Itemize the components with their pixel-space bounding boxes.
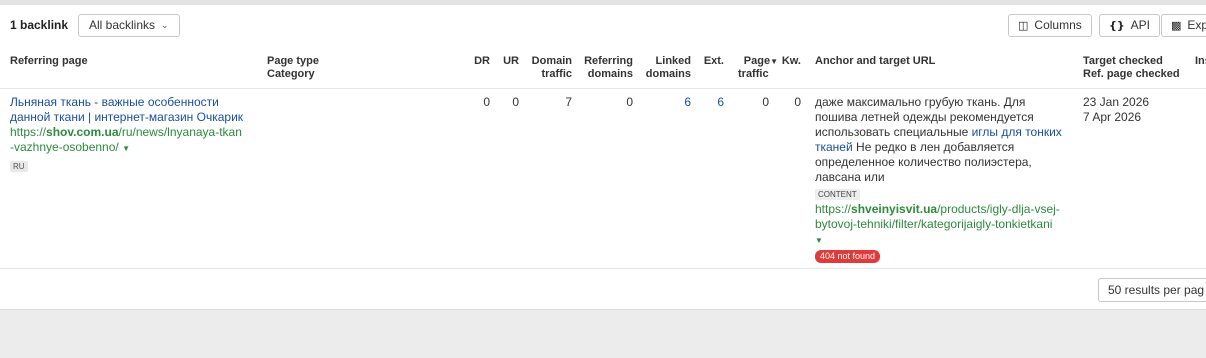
dr-value: 0: [483, 95, 490, 109]
referring-page-url[interactable]: https://shov.com.ua/ru/news/lnyanaya-tka…: [10, 125, 260, 156]
checked-dates-cell: 23 Jan 2026 7 Apr 2026: [1083, 95, 1193, 125]
header-referring-domains[interactable]: Referring domains: [575, 55, 633, 81]
chevron-down-icon: ⌄: [161, 20, 169, 30]
header-dr[interactable]: DR: [460, 55, 490, 68]
referring-page-cell: Льняная ткань - важные особенности данно…: [10, 95, 260, 173]
export-label: Exp: [1187, 18, 1206, 32]
header-ins[interactable]: Ins: [1195, 55, 1206, 68]
header-domain-traffic[interactable]: Domain traffic: [520, 55, 572, 81]
page-traffic-value: 0: [762, 95, 769, 109]
header-linked-domains[interactable]: Linked domains: [640, 55, 691, 81]
results-per-page-select[interactable]: 50 results per pag: [1098, 278, 1206, 302]
target-checked-date: 23 Jan 2026: [1083, 95, 1150, 109]
columns-icon: ◫: [1018, 19, 1029, 32]
header-page-traffic[interactable]: Page▼ traffic: [730, 55, 778, 81]
filter-label: All backlinks: [89, 18, 156, 32]
caret-down-icon[interactable]: ▼: [815, 236, 823, 245]
export-button[interactable]: ▩ Exp: [1161, 14, 1206, 37]
header-checked[interactable]: Target checked Ref. page checked: [1083, 55, 1180, 81]
header-ext[interactable]: Ext.: [696, 55, 724, 68]
referring-domains-value: 0: [626, 95, 633, 109]
anchor-cell: даже максимально грубую ткань. Для пошив…: [815, 95, 1077, 263]
backlink-filter-dropdown[interactable]: All backlinks ⌄: [78, 14, 180, 37]
columns-button[interactable]: ◫ Columns: [1008, 14, 1092, 37]
columns-label: Columns: [1034, 18, 1082, 32]
status-badge: 404 not found: [815, 250, 881, 263]
kw-value: 0: [794, 95, 801, 109]
header-divider: [0, 88, 1206, 89]
referring-page-title[interactable]: Льняная ткань - важные особенности данно…: [10, 95, 260, 125]
linked-domains-value[interactable]: 6: [640, 95, 691, 110]
braces-icon: {}: [1109, 19, 1125, 32]
header-kw[interactable]: Kw.: [778, 55, 801, 68]
header-ur[interactable]: UR: [490, 55, 519, 68]
sort-desc-icon: ▼: [770, 57, 778, 66]
toolbar: 1 backlink All backlinks ⌄ ◫ Columns {} …: [0, 5, 1206, 45]
anchor-link-cont[interactable]: тканей: [815, 140, 853, 154]
export-icon: ▩: [1171, 19, 1182, 32]
header-referring-page[interactable]: Referring page: [10, 55, 88, 68]
caret-down-icon[interactable]: ▼: [122, 144, 130, 153]
row-divider: [0, 268, 1206, 269]
language-badge: RU: [10, 161, 28, 172]
backlink-count: 1 backlink: [10, 18, 69, 32]
anchor-link[interactable]: иглы для тонких: [972, 125, 1062, 139]
ur-value: 0: [512, 95, 519, 109]
header-anchor[interactable]: Anchor and target URL: [815, 55, 935, 68]
backlinks-panel: 1 backlink All backlinks ⌄ ◫ Columns {} …: [0, 5, 1206, 310]
domain-traffic-value: 7: [565, 95, 572, 109]
target-url[interactable]: https://shveinyisvit.ua/products/igly-dl…: [815, 202, 1077, 248]
bottom-area: [0, 311, 1206, 358]
api-button[interactable]: {} API: [1099, 14, 1161, 37]
ref-checked-date: 7 Apr 2026: [1083, 110, 1142, 124]
header-page-type[interactable]: Page type Category: [267, 55, 319, 81]
content-badge: CONTENT: [815, 189, 860, 200]
api-label: API: [1130, 18, 1151, 32]
ext-value[interactable]: 6: [696, 95, 724, 110]
